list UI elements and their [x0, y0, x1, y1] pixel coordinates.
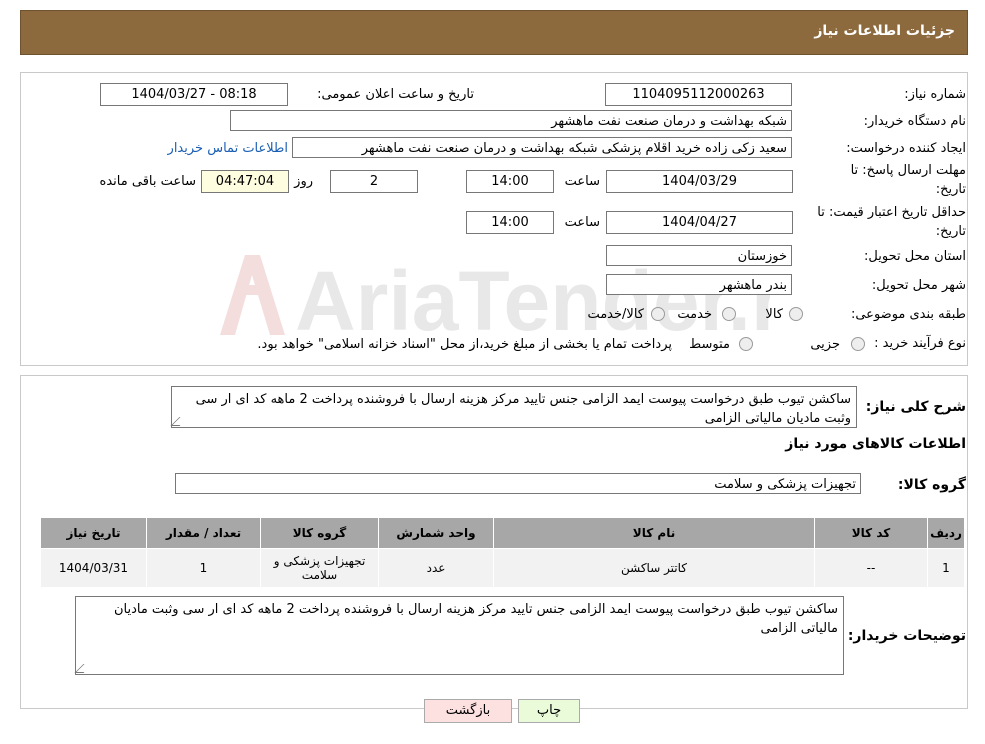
days-field: 2 — [330, 170, 418, 193]
category-option-goods: کالا — [765, 307, 783, 322]
cell-group: تجهیزات پزشکی و سلامت — [260, 548, 379, 588]
col-date: تاریخ نیاز — [40, 517, 147, 549]
validity-time-field: 14:00 — [466, 211, 554, 234]
buyer-org-field: شبکه بهداشت و درمان صنعت نفت ماهشهر — [230, 110, 792, 131]
goods-info-title: اطلاعات کالاهای مورد نیاز — [785, 436, 966, 452]
buyer-notes-field[interactable]: ساکشن تیوب طبق درخواست پیوست ایمد الزامی… — [75, 596, 844, 675]
cell-date: 1404/03/31 — [40, 548, 147, 588]
validity-time-label: ساعت — [564, 215, 600, 230]
validity-date-field: 1404/04/27 — [606, 211, 793, 234]
items-table: ردیف کد کالا نام کالا واحد شمارش گروه کا… — [40, 517, 965, 588]
city-field: بندر ماهشهر — [606, 274, 792, 295]
goods-group-label: گروه کالا: — [897, 477, 966, 493]
province-field: خوزستان — [606, 245, 792, 266]
category-label: طبقه بندی موضوعی: — [850, 307, 966, 322]
creator-field: سعید زکی زاده خرید اقلام پزشکی شبکه بهدا… — [292, 137, 792, 158]
watermark-text: AriaTender.neT — [295, 254, 770, 345]
category-radio-service[interactable] — [722, 307, 736, 321]
category-radio-goods[interactable] — [789, 307, 803, 321]
col-unit: واحد شمارش — [378, 517, 494, 549]
announce-datetime-field: 1404/03/27 - 08:18 — [100, 83, 288, 106]
remaining-label: ساعت باقی مانده — [99, 174, 196, 189]
table-row: 1 -- کاتتر ساکشن عدد تجهیزات پزشکی و سلا… — [40, 548, 965, 588]
category-option-service: خدمت — [677, 307, 712, 322]
deadline-label: مهلت ارسال پاسخ: تا — [850, 163, 966, 178]
process-option-minor: جزیی — [810, 337, 840, 352]
category-option-goods-service: کالا/خدمت — [587, 307, 644, 322]
description-label: شرح کلی نیاز: — [865, 399, 966, 415]
deadline-date-field: 1404/03/29 — [606, 170, 793, 193]
print-button[interactable]: چاپ — [518, 699, 580, 723]
page-header: جزئیات اطلاعات نیاز — [20, 10, 968, 55]
need-number-field: 1104095112000263 — [605, 83, 792, 106]
cell-unit: عدد — [378, 548, 494, 588]
process-label: نوع فرآیند خرید : — [874, 336, 966, 351]
deadline-time-field: 14:00 — [466, 170, 554, 193]
description-field[interactable]: ساکشن تیوب طبق درخواست پیوست ایمد الزامی… — [171, 386, 857, 428]
buyer-org-label: نام دستگاه خریدار: — [863, 114, 966, 129]
category-radio-goods-service[interactable] — [651, 307, 665, 321]
col-row: ردیف — [927, 517, 965, 549]
col-quantity: تعداد / مقدار — [146, 517, 261, 549]
creator-label: ایجاد کننده درخواست: — [846, 141, 966, 156]
col-name: نام کالا — [493, 517, 815, 549]
back-button[interactable]: بازگشت — [424, 699, 512, 723]
validity-label-date: تاریخ: — [935, 224, 966, 239]
process-radio-medium[interactable] — [739, 337, 753, 351]
process-treasury-note: پرداخت تمام یا بخشی از مبلغ خرید،از محل … — [257, 337, 672, 352]
remaining-time-field: 04:47:04 — [201, 170, 289, 193]
cell-code: -- — [814, 548, 928, 588]
items-table-header: ردیف کد کالا نام کالا واحد شمارش گروه کا… — [40, 517, 965, 549]
col-group: گروه کالا — [260, 517, 379, 549]
buyer-contact-link[interactable]: اطلاعات تماس خریدار — [168, 141, 288, 156]
validity-label: حداقل تاریخ اعتبار قیمت: تا — [817, 205, 966, 220]
deadline-label-date: تاریخ: — [935, 182, 966, 197]
buyer-notes-label: توضیحات خریدار: — [847, 628, 966, 644]
cell-row: 1 — [927, 548, 965, 588]
cell-quantity: 1 — [146, 548, 261, 588]
process-option-medium: متوسط — [689, 337, 730, 352]
page-title: جزئیات اطلاعات نیاز — [814, 23, 955, 39]
deadline-time-label: ساعت — [564, 174, 600, 189]
col-code: کد کالا — [814, 517, 928, 549]
need-number-label: شماره نیاز: — [904, 87, 966, 102]
goods-group-field: تجهیزات پزشکی و سلامت — [175, 473, 861, 494]
province-label: استان محل تحویل: — [864, 249, 966, 264]
city-label: شهر محل تحویل: — [871, 278, 966, 293]
announce-label: تاریخ و ساعت اعلان عمومی: — [317, 87, 474, 102]
process-radio-minor[interactable] — [851, 337, 865, 351]
cell-name: کاتتر ساکشن — [493, 548, 815, 588]
